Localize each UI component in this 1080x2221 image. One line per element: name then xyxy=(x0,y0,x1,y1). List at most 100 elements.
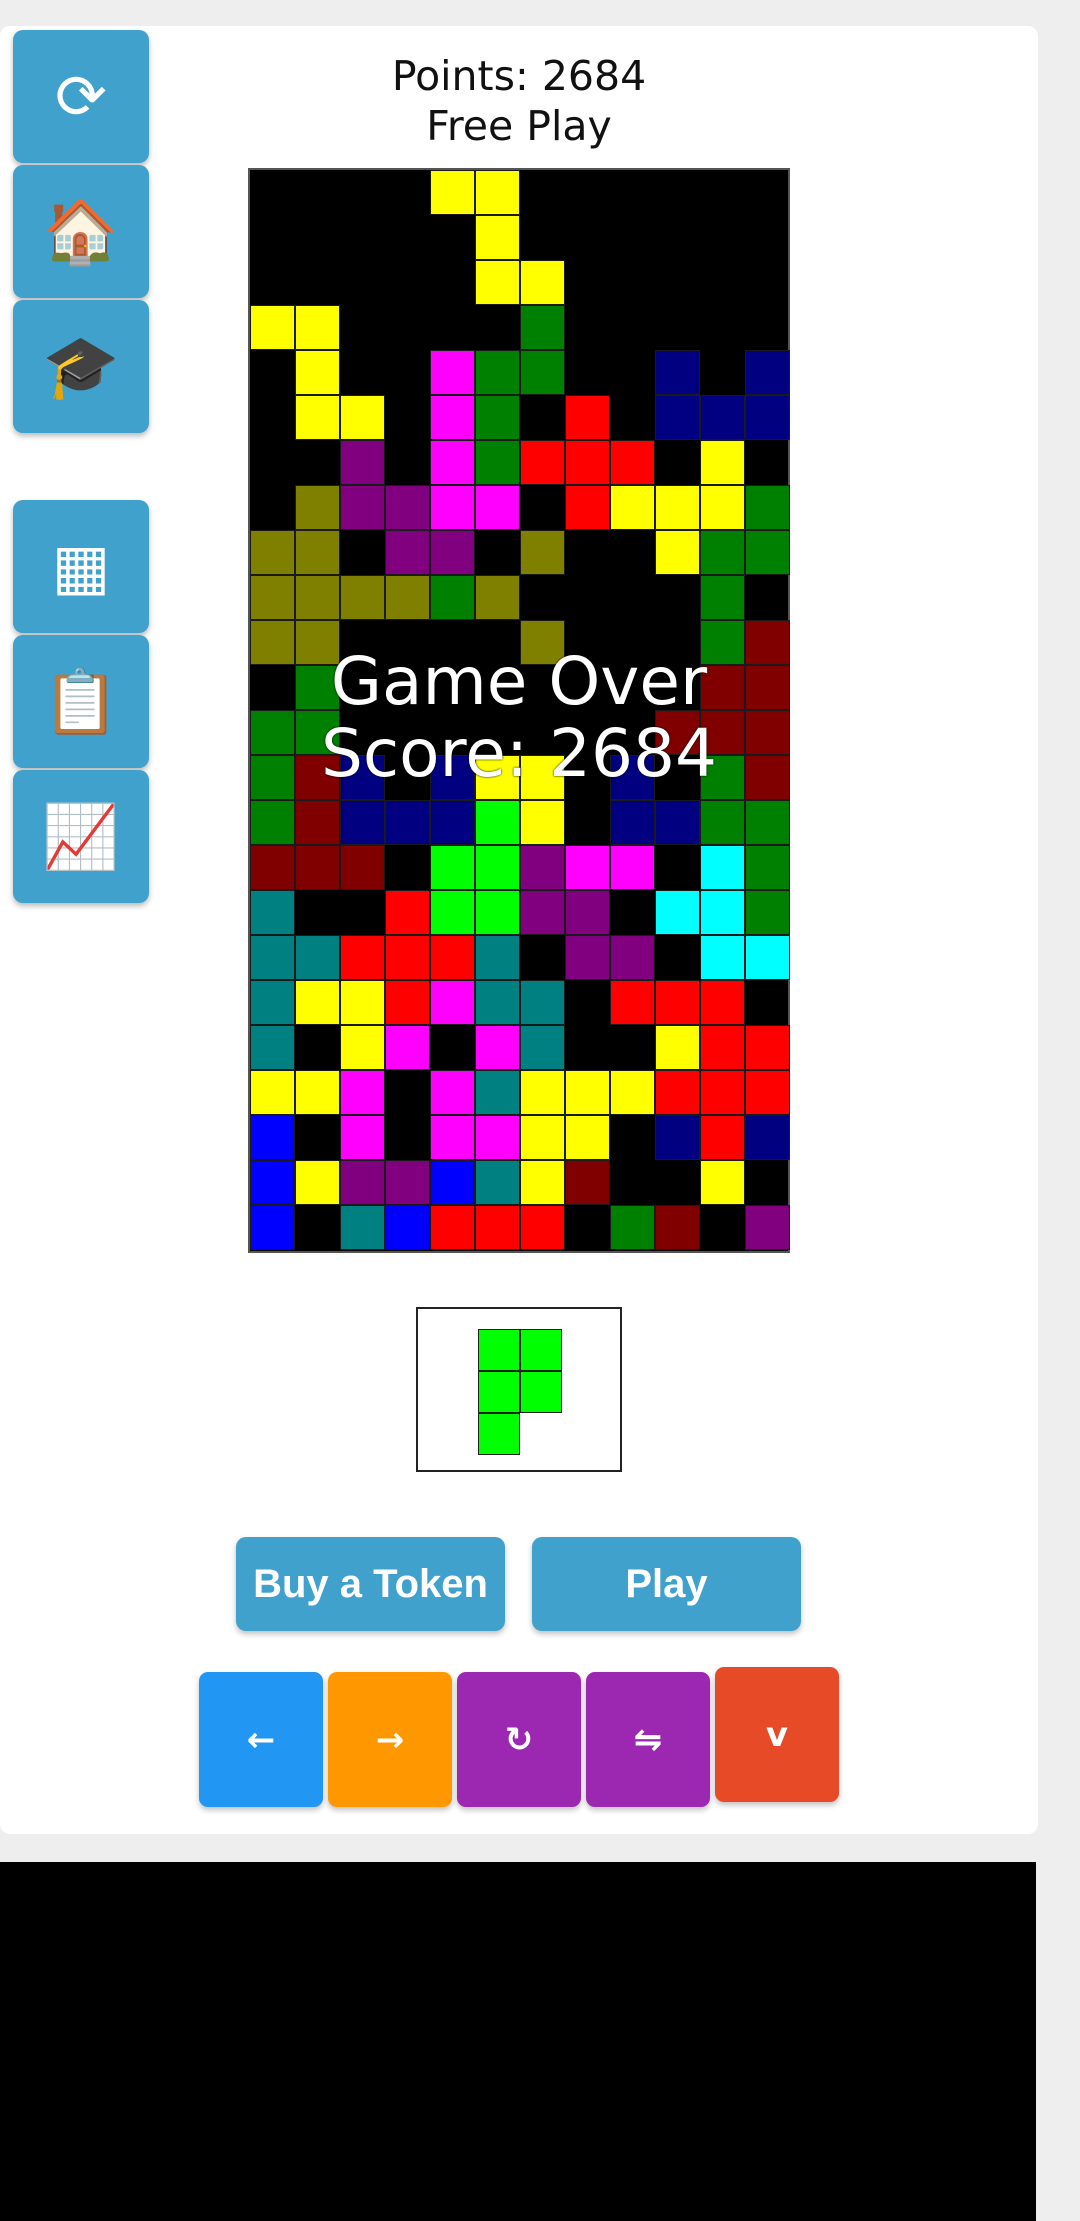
board-cell xyxy=(700,395,745,440)
board-cell xyxy=(430,755,475,800)
board-cell xyxy=(475,260,520,305)
flip-button[interactable]: ⇋ xyxy=(586,1672,710,1807)
board-cell xyxy=(610,755,655,800)
board-cell xyxy=(745,755,790,800)
board-cell xyxy=(430,395,475,440)
board-cell xyxy=(475,395,520,440)
bottom-panel xyxy=(0,1862,1036,2221)
board-cell xyxy=(250,935,295,980)
board-cell xyxy=(700,845,745,890)
board-cell xyxy=(430,1160,475,1205)
board-cell xyxy=(475,575,520,620)
board-cell xyxy=(700,620,745,665)
board-cell xyxy=(700,440,745,485)
board-cell xyxy=(475,350,520,395)
board-cell xyxy=(250,980,295,1025)
board-cell xyxy=(520,620,565,665)
stats-button[interactable]: 📈 xyxy=(13,770,149,903)
board-cell xyxy=(700,980,745,1025)
board-cell xyxy=(745,1025,790,1070)
board-cell xyxy=(475,980,520,1025)
board-cell xyxy=(655,350,700,395)
board-cell xyxy=(295,395,340,440)
board-cell xyxy=(250,800,295,845)
move-right-button[interactable]: → xyxy=(328,1672,452,1807)
board-cell xyxy=(520,305,565,350)
board-cell xyxy=(475,1070,520,1115)
board-cell xyxy=(250,1160,295,1205)
board-cell xyxy=(430,890,475,935)
board-cell xyxy=(655,1070,700,1115)
board-cell xyxy=(340,1205,385,1250)
board-cell xyxy=(385,485,430,530)
board-cell xyxy=(250,305,295,350)
board-cell xyxy=(520,1070,565,1115)
board-cell xyxy=(745,800,790,845)
board-cell xyxy=(565,890,610,935)
move-left-button[interactable]: ← xyxy=(199,1672,323,1807)
board-cell xyxy=(610,1205,655,1250)
board-cell xyxy=(565,1070,610,1115)
board-cell xyxy=(475,1160,520,1205)
board-cell xyxy=(340,1115,385,1160)
board-cell xyxy=(430,1205,475,1250)
board-cell xyxy=(430,980,475,1025)
board-cell xyxy=(700,485,745,530)
board-cell xyxy=(340,440,385,485)
board-cell xyxy=(700,710,745,755)
grid-button[interactable]: ▦ xyxy=(13,500,149,633)
flip-icon: ⇋ xyxy=(633,1719,663,1760)
board-cell xyxy=(745,530,790,575)
mode-label: Free Play xyxy=(426,102,612,150)
board-cell xyxy=(430,1115,475,1160)
board-cell xyxy=(520,800,565,845)
board-cell xyxy=(340,395,385,440)
board-cell xyxy=(745,710,790,755)
rotate-button[interactable]: ↻ xyxy=(457,1672,581,1807)
board-cell xyxy=(520,1160,565,1205)
board-cell xyxy=(700,1160,745,1205)
board-cell xyxy=(295,845,340,890)
tutorial-button[interactable]: 🎓 xyxy=(13,300,149,433)
board-cell xyxy=(745,395,790,440)
board-cell xyxy=(295,1160,340,1205)
buy-token-button[interactable]: Buy a Token xyxy=(236,1537,505,1631)
board-cell xyxy=(610,440,655,485)
board-cell xyxy=(655,1205,700,1250)
board-cell xyxy=(430,845,475,890)
board-cell xyxy=(475,845,520,890)
board-cell xyxy=(340,935,385,980)
board-cell xyxy=(520,980,565,1025)
drop-button[interactable]: v xyxy=(715,1667,839,1802)
board-cell xyxy=(700,665,745,710)
board-cell xyxy=(655,890,700,935)
board-cell xyxy=(520,260,565,305)
board-cell xyxy=(430,485,475,530)
board-cell xyxy=(340,1160,385,1205)
board-cell xyxy=(250,845,295,890)
board-cell xyxy=(745,1115,790,1160)
board-cell xyxy=(610,485,655,530)
clipboard-button[interactable]: 📋 xyxy=(13,635,149,768)
board-cell xyxy=(295,665,340,710)
play-button[interactable]: Play xyxy=(532,1537,801,1631)
board-cell xyxy=(520,1205,565,1250)
grid-icon: ▦ xyxy=(51,529,111,603)
game-board[interactable]: Game Over Score: 2684 xyxy=(248,168,790,1253)
board-cell xyxy=(565,485,610,530)
board-cell xyxy=(340,755,385,800)
board-cell xyxy=(745,890,790,935)
clipboard-icon: 📋 xyxy=(42,664,120,738)
rotate-icon: ↻ xyxy=(504,1719,534,1760)
points-label: Points: 2684 xyxy=(391,52,647,100)
board-cell xyxy=(430,350,475,395)
board-cell xyxy=(250,890,295,935)
board-cell xyxy=(475,755,520,800)
graduation-cap-icon: 🎓 xyxy=(42,329,120,403)
next-piece-cell xyxy=(478,1371,520,1413)
chart-icon: 📈 xyxy=(42,799,120,873)
board-cell xyxy=(475,440,520,485)
board-cell xyxy=(430,440,475,485)
home-button[interactable]: 🏠 xyxy=(13,165,149,298)
board-cell xyxy=(295,350,340,395)
